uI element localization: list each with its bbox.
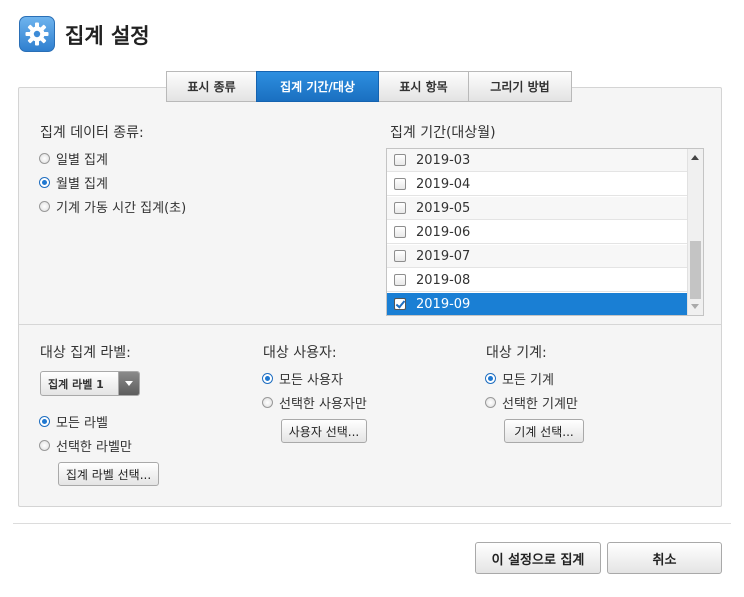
- period-item-label: 2019-09: [416, 296, 471, 312]
- period-list-item[interactable]: 2019-07: [387, 245, 687, 268]
- checkbox-icon[interactable]: [394, 250, 406, 262]
- select-users-button[interactable]: 사용자 선택...: [281, 419, 367, 443]
- checkbox-icon[interactable]: [394, 274, 406, 286]
- radio-machine-time[interactable]: 기계 가동 시간 집계(초): [39, 194, 186, 218]
- data-type-label: 집계 데이터 종류:: [40, 125, 144, 141]
- radio-selected-labels[interactable]: 선택한 라벨만: [39, 433, 132, 457]
- checkbox-icon[interactable]: [394, 178, 406, 190]
- radio-button-icon[interactable]: [262, 396, 273, 408]
- footer-separator: [13, 523, 731, 524]
- list-scrollbar[interactable]: [687, 149, 703, 315]
- tab-display-type[interactable]: 표시 종류: [166, 71, 257, 102]
- machine-radio-group: 모든 기계 선택한 기계만: [485, 366, 578, 414]
- period-list-item[interactable]: 2019-03: [387, 149, 687, 172]
- user-radio-group: 모든 사용자 선택한 사용자만: [262, 366, 367, 414]
- radio-all-users[interactable]: 모든 사용자: [262, 366, 367, 390]
- tab-period-target[interactable]: 집계 기간/대상: [256, 71, 379, 102]
- period-list-item[interactable]: 2019-06: [387, 221, 687, 244]
- cancel-button[interactable]: 취소: [607, 542, 722, 574]
- radio-all-labels[interactable]: 모든 라벨: [39, 409, 132, 433]
- radio-label: 기계 가동 시간 집계(초): [56, 200, 187, 216]
- scroll-thumb[interactable]: [690, 241, 701, 299]
- scroll-up-arrow-icon[interactable]: [691, 155, 699, 160]
- period-list-item[interactable]: 2019-04: [387, 173, 687, 196]
- radio-all-machines[interactable]: 모든 기계: [485, 366, 578, 390]
- period-item-label: 2019-06: [416, 224, 471, 240]
- tab-display-items[interactable]: 표시 항목: [378, 71, 469, 102]
- period-label: 집계 기간(대상월): [390, 125, 496, 141]
- tab-bar: 표시 종류 집계 기간/대상 표시 항목 그리기 방법: [166, 71, 572, 102]
- period-item-label: 2019-08: [416, 272, 471, 288]
- checkbox-icon[interactable]: [394, 154, 406, 166]
- checkbox-icon[interactable]: [394, 226, 406, 238]
- radio-label: 선택한 사용자만: [279, 396, 367, 412]
- radio-label: 모든 사용자: [279, 372, 343, 388]
- radio-button-icon[interactable]: [39, 152, 50, 164]
- checkbox-checked-icon[interactable]: [394, 298, 406, 310]
- radio-button-icon[interactable]: [262, 372, 273, 384]
- target-machine-heading: 대상 기계:: [486, 345, 547, 361]
- target-label-heading: 대상 집계 라벨:: [40, 345, 131, 361]
- radio-button-icon[interactable]: [39, 439, 50, 451]
- radio-daily[interactable]: 일별 집계: [39, 146, 186, 170]
- chevron-down-icon[interactable]: [118, 372, 139, 395]
- settings-app-icon: [19, 16, 55, 52]
- radio-selected-users[interactable]: 선택한 사용자만: [262, 390, 367, 414]
- gear-icon: [25, 22, 49, 46]
- label-select[interactable]: 집계 라벨 1: [40, 371, 140, 396]
- label-select-value: 집계 라벨 1: [48, 377, 104, 391]
- period-item-label: 2019-05: [416, 200, 471, 216]
- period-item-label: 2019-03: [416, 152, 471, 168]
- radio-button-icon[interactable]: [39, 176, 50, 188]
- panel-divider: [19, 324, 721, 325]
- period-list-item[interactable]: 2019-08: [387, 269, 687, 292]
- radio-label: 모든 기계: [502, 372, 554, 388]
- radio-label: 월별 집계: [56, 176, 108, 192]
- radio-label: 일별 집계: [56, 152, 108, 168]
- radio-button-icon[interactable]: [39, 415, 50, 427]
- radio-monthly[interactable]: 월별 집계: [39, 170, 186, 194]
- period-item-label: 2019-04: [416, 176, 471, 192]
- period-list-item[interactable]: 2019-05: [387, 197, 687, 220]
- select-machines-button[interactable]: 기계 선택...: [504, 419, 584, 443]
- target-user-heading: 대상 사용자:: [263, 345, 337, 361]
- data-type-radio-group: 일별 집계 월별 집계 기계 가동 시간 집계(초): [39, 146, 186, 218]
- checkbox-icon[interactable]: [394, 202, 406, 214]
- tab-draw-method[interactable]: 그리기 방법: [468, 71, 572, 102]
- period-item-label: 2019-07: [416, 248, 471, 264]
- page-title: 집계 설정: [65, 24, 150, 48]
- scroll-down-arrow-icon[interactable]: [691, 304, 699, 309]
- period-listbox[interactable]: 2019-03 2019-04 2019-05 2019-06 2019-07 2019-…: [386, 148, 704, 316]
- apply-settings-button[interactable]: 이 설정으로 집계: [475, 542, 601, 574]
- select-labels-button[interactable]: 집계 라벨 선택...: [58, 462, 159, 486]
- radio-selected-machines[interactable]: 선택한 기계만: [485, 390, 578, 414]
- radio-label: 선택한 라벨만: [56, 439, 132, 455]
- radio-label: 선택한 기계만: [502, 396, 578, 412]
- radio-button-icon[interactable]: [485, 372, 496, 384]
- period-list-item[interactable]: 2019-09: [387, 293, 687, 315]
- radio-button-icon[interactable]: [39, 200, 50, 212]
- radio-label: 모든 라벨: [56, 415, 108, 431]
- radio-button-icon[interactable]: [485, 396, 496, 408]
- label-radio-group: 모든 라벨 선택한 라벨만: [39, 409, 132, 457]
